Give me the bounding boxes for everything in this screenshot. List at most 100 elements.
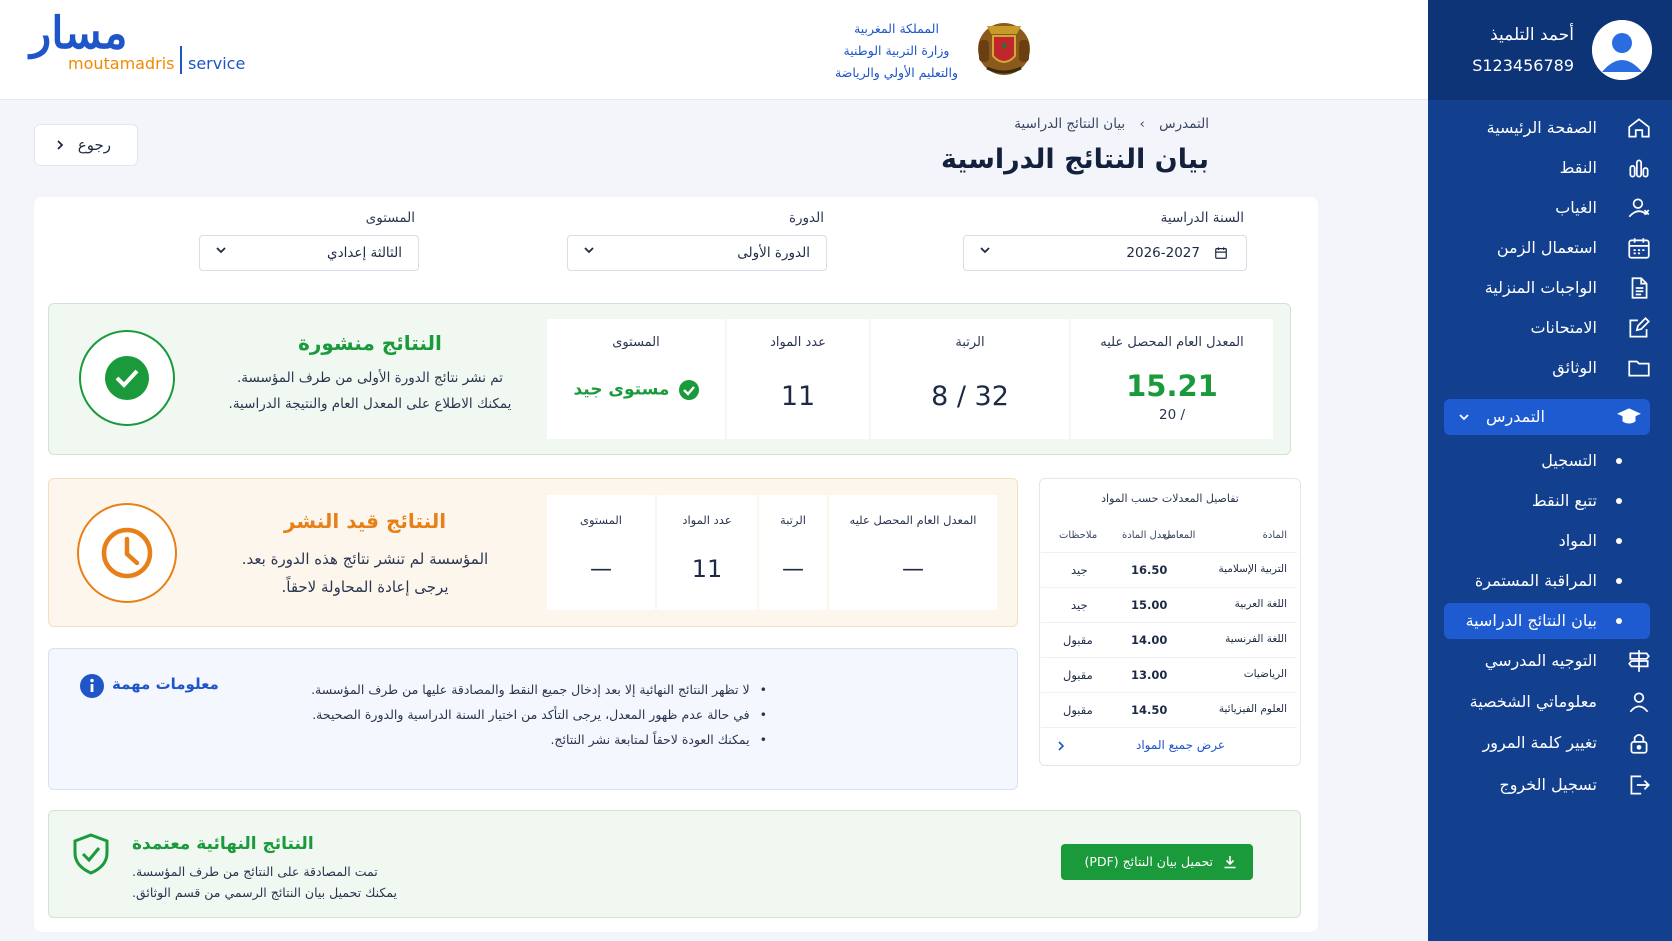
view-all-label: عرض جميع المواد	[1136, 738, 1226, 752]
sidebar-item-label: تغيير كلمة المرور	[1482, 733, 1597, 752]
subject-name: العلوم الفيزيائية	[1218, 703, 1287, 715]
average-stat: المعدل العام المحصل عليه 15.21 / 20	[1071, 319, 1273, 439]
download-pdf-label: تحميل بيان النتائج (PDF)	[1084, 854, 1213, 869]
average-value: 15.21	[1126, 369, 1218, 403]
level-stat-value-row: مستوى جيد	[547, 379, 725, 400]
sidebar-item-orientation[interactable]: التوجيه المدرسي	[1428, 643, 1672, 679]
sidebar-sub-grade-tracking[interactable]: تتبع النقط	[1428, 483, 1672, 519]
sidebar-sub-subjects[interactable]: المواد	[1428, 523, 1672, 559]
stat-label: عدد المواد	[770, 335, 826, 350]
stat-label: المعدل العام المحصل عليه	[849, 513, 977, 527]
year-label: السنة الدراسية	[1160, 210, 1244, 226]
sidebar-sub-results-statement[interactable]: بيان النتائج الدراسية	[1444, 603, 1650, 639]
stat-label: الرتبة	[780, 513, 806, 527]
view-all-subjects-link[interactable]: عرض جميع المواد	[1041, 727, 1297, 763]
pending-title: النتائج قيد النشر	[283, 509, 447, 533]
subject-name: اللغة العربية	[1234, 598, 1287, 610]
sidebar-item-logout[interactable]: تسجيل الخروج	[1428, 767, 1672, 803]
user-x-icon	[1628, 198, 1650, 218]
pending-line: المؤسسة لم تنشر نتائج هذه الدورة بعد.	[241, 550, 489, 568]
year-select[interactable]: 2026-2027	[963, 235, 1247, 271]
sidebar-item-documents[interactable]: الوثائق	[1428, 350, 1672, 386]
coat-of-arms-icon	[978, 23, 1030, 75]
download-icon	[1224, 856, 1236, 869]
table-row: الرياضيات 13.00 مقبول	[1041, 657, 1297, 692]
table-row: اللغة العربية 15.00 جيد	[1041, 587, 1297, 622]
subject-average: 14.00	[1131, 633, 1168, 647]
table-row: التربية الإسلامية 16.50 جيد	[1041, 552, 1297, 587]
info-item: لا تظهر النتائج النهائية إلا بعد إدخال ج…	[311, 682, 767, 697]
calendar-icon	[1628, 238, 1650, 259]
sidebar-item-label: الامتحانات	[1530, 318, 1597, 337]
subject-note: جيد	[1071, 563, 1088, 577]
level-value: الثالثة إعدادي	[327, 245, 402, 261]
bullet-icon	[1616, 618, 1622, 624]
sidebar-sub-registration[interactable]: التسجيل	[1428, 443, 1672, 479]
logo-service: service	[188, 54, 246, 73]
ministry-line: والتعليم الأولي والرياضة	[835, 65, 958, 80]
year-value: 2026-2027	[1126, 245, 1200, 261]
sidebar-item-absence[interactable]: الغياب	[1428, 190, 1672, 226]
sidebar-sub-continuous-assessment[interactable]: المراقبة المستمرة	[1428, 563, 1672, 599]
level-select[interactable]: الثالثة إعدادي	[199, 235, 419, 271]
published-title: النتائج منشورة	[298, 331, 442, 355]
avatar-icon[interactable]	[1592, 20, 1652, 80]
back-button[interactable]: رجوع	[34, 124, 138, 166]
logo-separator	[180, 46, 182, 74]
level-stat-value: مستوى جيد	[573, 379, 670, 400]
sidebar-item-homework[interactable]: الواجبات المنزلية	[1428, 270, 1672, 306]
breadcrumb-separator: ›	[1139, 116, 1145, 132]
sidebar-item-timetable[interactable]: استعمال الزمن	[1428, 230, 1672, 266]
level-stat: المستوى مستوى جيد	[547, 319, 725, 439]
table-row: العلوم الفيزيائية 14.50 مقبول	[1041, 692, 1297, 727]
stat-value: —	[782, 557, 804, 582]
sidebar-group-schooling[interactable]: التمدرس	[1444, 399, 1650, 435]
stat-label: المستوى	[612, 335, 660, 350]
sidebar-item-grades[interactable]: النقط	[1428, 150, 1672, 186]
chevron-down-icon	[584, 247, 594, 254]
back-label: رجوع	[77, 136, 111, 154]
breadcrumb-parent[interactable]: التمدرس	[1159, 116, 1209, 132]
user-id: S123456789	[1472, 56, 1574, 75]
sidebar-item-label: الغياب	[1555, 198, 1597, 217]
stat-value: —	[590, 557, 612, 582]
top-header: مسار moutamadris service المملكة المغربي…	[0, 0, 1428, 100]
average-max: / 20	[1158, 407, 1186, 423]
sidebar-sub-label: المراقبة المستمرة	[1474, 571, 1597, 590]
shield-check-icon	[73, 833, 109, 875]
ministry-name: المملكة المغربية وزارة التربية الوطنية و…	[835, 18, 958, 84]
user-panel: أحمد التلميذ S123456789	[1428, 0, 1672, 100]
chevron-right-icon	[1058, 741, 1065, 751]
bullet-icon	[1616, 538, 1622, 544]
sidebar-item-profile[interactable]: معلوماتي الشخصية	[1428, 684, 1672, 720]
sidebar-item-exams[interactable]: الامتحانات	[1428, 310, 1672, 346]
pending-line: يرجى إعادة المحاولة لاحقاً.	[281, 578, 449, 596]
table-header: المادة المعامل معدل المادة ملاحظات	[1041, 520, 1297, 550]
chevron-down-icon	[980, 247, 990, 254]
bullet-icon	[1616, 498, 1622, 504]
sidebar-sub-label: بيان النتائج الدراسية	[1465, 611, 1597, 630]
column-header: المادة	[1262, 530, 1287, 541]
stat-value: 11	[691, 555, 723, 583]
sidebar-item-home[interactable]: الصفحة الرئيسية	[1428, 110, 1672, 146]
column-header: ملاحظات	[1059, 530, 1098, 541]
subjects-stat: عدد المواد 11	[727, 319, 869, 439]
sidebar-item-label: النقط	[1559, 158, 1597, 177]
subject-name: اللغة الفرنسية	[1225, 633, 1287, 645]
success-badge	[79, 330, 175, 426]
sidebar-item-change-password[interactable]: تغيير كلمة المرور	[1428, 725, 1672, 761]
download-pdf-button[interactable]: تحميل بيان النتائج (PDF)	[1061, 844, 1253, 880]
sidebar: أحمد التلميذ S123456789 الصفحة الرئيسية …	[1428, 0, 1672, 941]
subject-note: جيد	[1071, 598, 1088, 612]
ministry-line: وزارة التربية الوطنية	[843, 43, 950, 58]
subject-name: الرياضيات	[1243, 668, 1287, 680]
document-icon	[1631, 277, 1648, 299]
subject-average: 16.50	[1131, 563, 1168, 577]
published-line: يمكنك الاطلاع على المعدل العام والنتيجة …	[228, 396, 512, 412]
level-label: المستوى	[365, 210, 415, 226]
stat-label: المعدل العام المحصل عليه	[1100, 335, 1244, 350]
session-value: الدورة الأولى	[737, 245, 810, 261]
session-select[interactable]: الدورة الأولى	[567, 235, 827, 271]
subject-note: مقبول	[1063, 703, 1093, 717]
info-item: في حالة عدم ظهور المعدل، يرجى التأكد من …	[312, 707, 767, 722]
